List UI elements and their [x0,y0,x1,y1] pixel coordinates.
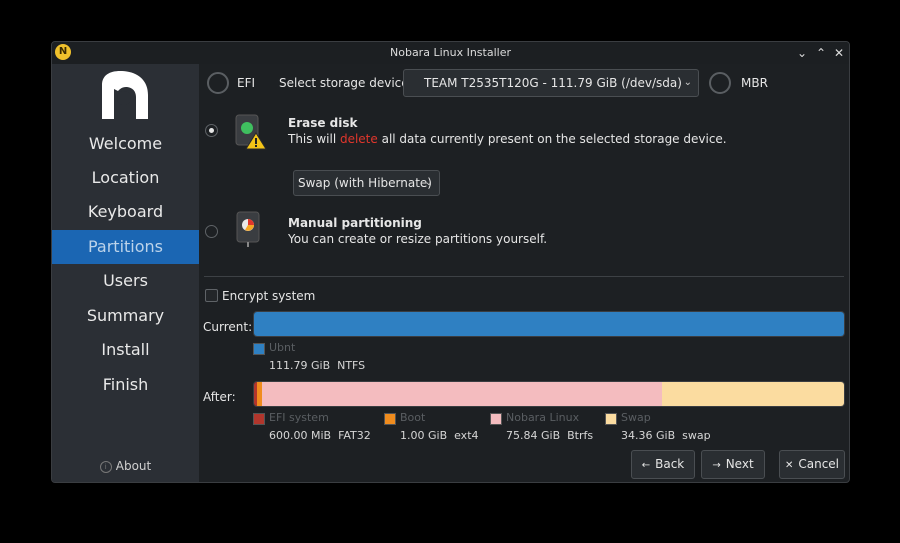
sidebar-item-welcome: Welcome [88,134,163,153]
info-icon: i [99,460,112,473]
after-partition-bar [253,381,845,407]
encrypt-system-label: Encrypt system [222,289,316,303]
back-button[interactable]: ← Back [631,450,695,479]
arrow-right-icon: → [712,460,721,471]
erase-desc-delete: delete [339,132,378,146]
manual-partitioning-title: Manual partitioning [288,216,422,230]
legend-size: 111.79 GiB NTFS [269,359,366,372]
chevron-down-icon: ⌄ [683,77,692,88]
title-bar: N Nobara Linux Installer ⌄ ⌃ ✕ [52,42,849,64]
sidebar-item-users: Users [103,271,148,290]
legend-swatch [490,413,502,425]
legend-name: Nobara Linux [506,411,580,424]
erase-disk-icon [235,114,267,150]
legend-name: Boot [400,411,426,424]
mbr-icon [709,72,731,94]
nobara-logo [102,71,148,119]
cancel-icon: ✕ [784,460,794,471]
erase-desc-after: all data currently present on the select… [377,132,727,146]
legend-size: 1.00 GiB ext4 [400,429,479,442]
divider [204,276,844,277]
mbr-label: MBR [741,76,768,90]
legend-swatch [384,413,396,425]
partition-segment [662,382,844,406]
back-label: Back [655,457,685,471]
manual-partitioning-radio[interactable] [205,225,218,238]
encrypt-system-checkbox[interactable] [205,289,218,302]
next-button[interactable]: → Next [701,450,765,479]
legend-size: 600.00 MiB FAT32 [269,429,371,442]
sidebar: Welcome Location Keyboard Partitions Use… [52,64,199,482]
erase-disk-description: This will delete all data currently pres… [288,132,727,146]
after-label: After: [203,390,236,404]
current-partition-bar [253,311,845,337]
legend-swatch [605,413,617,425]
manual-partition-icon [236,211,260,247]
legend-size: 75.84 GiB Btrfs [506,429,594,442]
sidebar-item-partitions: Partitions [52,230,199,264]
efi-label: EFI [237,76,256,90]
about-label: About [115,459,152,473]
legend-size: 34.36 GiB swap [621,429,711,442]
cancel-button[interactable]: ✕ Cancel [779,450,845,479]
sidebar-item-summary: Summary [86,306,165,325]
partition-segment [262,382,663,406]
partition-segment [254,312,844,336]
installer-window: N Nobara Linux Installer ⌄ ⌃ ✕ Welcome L… [51,41,850,483]
arrow-left-icon: ← [641,460,651,471]
legend-name: Swap [621,411,651,424]
close-icon[interactable]: ✕ [830,44,848,62]
swap-value: Swap (with Hibernate) [298,176,432,190]
legend-name: EFI system [269,411,329,424]
swap-select[interactable]: Swap (with Hibernate) ⌄ [293,170,440,196]
legend-swatch [253,343,265,355]
minimize-icon[interactable]: ⌄ [793,44,811,62]
erase-disk-title: Erase disk [288,116,358,130]
window-title: Nobara Linux Installer [390,46,511,59]
maximize-icon[interactable]: ⌃ [812,44,830,62]
manual-partitioning-description: You can create or resize partitions your… [288,232,548,246]
chevron-down-icon: ⌄ [424,177,433,188]
sidebar-item-keyboard: Keyboard [87,202,164,221]
sidebar-item-install: Install [101,340,150,359]
legend-name: Ubnt [269,341,296,354]
erase-disk-radio[interactable] [205,124,218,137]
efi-icon [207,72,229,94]
erase-desc-before: This will [288,132,340,146]
cancel-label: Cancel [798,457,840,471]
storage-device-value: TEAM T2535T120G - 111.79 GiB (/dev/sda) [424,76,682,90]
current-label: Current: [203,320,253,334]
about-button[interactable]: i About [52,459,199,473]
sidebar-item-finish: Finish [102,375,149,394]
sidebar-item-location: Location [91,168,160,187]
next-label: Next [725,457,754,471]
storage-device-select[interactable]: TEAM T2535T120G - 111.79 GiB (/dev/sda) … [403,69,699,97]
select-storage-label: Select storage device: [279,76,413,90]
legend-swatch [253,413,265,425]
